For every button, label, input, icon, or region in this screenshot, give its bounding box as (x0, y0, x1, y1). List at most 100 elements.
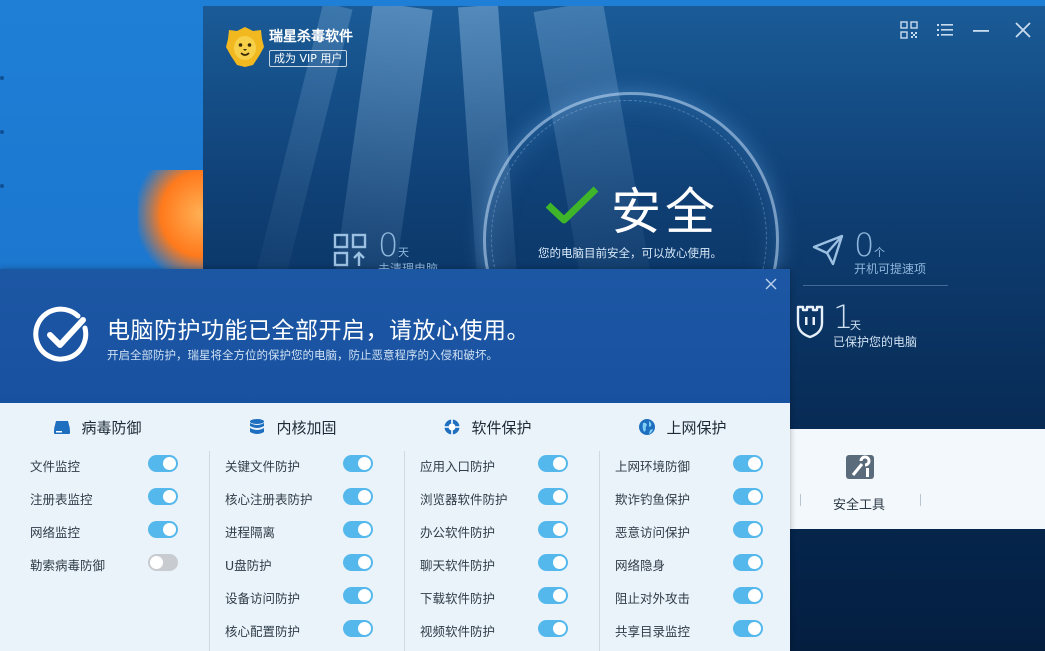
qr-code-icon[interactable] (899, 20, 919, 40)
clean-grid-icon[interactable] (333, 233, 367, 267)
app-title: 瑞星杀毒软件 (269, 29, 353, 45)
desktop-marker (0, 76, 4, 80)
wrench-screwdriver-icon[interactable] (844, 451, 876, 483)
toggle-switch[interactable] (148, 521, 178, 538)
category-title: 内核加固 (276, 419, 337, 437)
toggle-switch[interactable] (148, 455, 178, 472)
item-label: 勒索病毒防御 (30, 558, 106, 573)
list-item: 文件监控 (0, 454, 195, 474)
item-label: 恶意访问保护 (615, 525, 691, 540)
popup-subtitle: 开启全部防护，瑞星将全方位的保护您的电脑，防止恶意程序的入侵和破坏。 (107, 348, 498, 362)
list-item: 网络监控 (0, 520, 195, 540)
item-label: 注册表监控 (30, 492, 93, 507)
list-item: 聊天软件防护 (390, 553, 585, 573)
category-title: 软件保护 (471, 419, 532, 437)
checkmark-icon (545, 186, 599, 224)
popup-header: 电脑防护功能已全部开启，请放心使用。 开启全部防护，瑞星将全方位的保护您的电脑，… (0, 269, 790, 403)
list-item: 进程隔离 (195, 520, 390, 540)
toggle-switch[interactable] (148, 488, 178, 505)
list-item: 下载软件防护 (390, 586, 585, 606)
column-kernel-hardening: 内核加固 关键文件防护 核心注册表防护 进程隔离 U盘防护 设备访问防护 核心配… (195, 403, 390, 651)
item-label: 浏览器软件防护 (420, 492, 508, 507)
list-item: 办公软件防护 (390, 520, 585, 540)
toggle-switch[interactable] (343, 554, 373, 571)
toggle-switch[interactable] (733, 554, 763, 571)
minimize-icon[interactable] (971, 20, 991, 40)
become-vip-link[interactable]: 成为 VIP 用户 (269, 50, 348, 67)
security-tools-button[interactable]: 安全工具 (833, 494, 885, 513)
item-label: 阻止对外攻击 (615, 591, 691, 606)
toolbar-separator (800, 494, 801, 506)
startup-label: 开机可提速项 (854, 262, 927, 276)
column-internet-protection: 上网保护 上网环境防御 欺诈钓鱼保护 恶意访问保护 网络隐身 阻止对外攻击 共享… (585, 403, 780, 651)
toggle-switch[interactable] (733, 455, 763, 472)
category-header: 软件保护 (390, 417, 585, 438)
item-label: U盘防护 (225, 558, 272, 573)
category-title: 病毒防御 (81, 419, 142, 437)
database-icon (250, 419, 265, 434)
list-item: 应用入口防护 (390, 454, 585, 474)
category-title: 上网保护 (666, 419, 727, 437)
list-item: 勒索病毒防御 (0, 553, 195, 573)
item-label: 共享目录监控 (615, 624, 691, 639)
toggle-switch[interactable] (343, 620, 373, 637)
item-label: 视频软件防护 (420, 624, 496, 639)
menu-icon[interactable] (935, 20, 955, 40)
startup-items-unit: 个 (874, 246, 885, 259)
shield-icon[interactable] (795, 303, 825, 339)
toggle-switch[interactable] (733, 521, 763, 538)
list-item: 视频软件防护 (390, 619, 585, 639)
toggle-switch[interactable] (538, 587, 568, 604)
paper-plane-icon[interactable] (811, 233, 845, 267)
toggle-switch[interactable] (343, 455, 373, 472)
lifebuoy-icon (444, 419, 460, 435)
toggle-switch[interactable] (343, 488, 373, 505)
toggle-switch[interactable] (538, 554, 568, 571)
uncleaned-days-unit: 天 (398, 246, 409, 259)
status-title: 安全 (611, 183, 719, 241)
protected-label: 已保护您的电脑 (833, 335, 918, 349)
toggle-switch[interactable] (733, 620, 763, 637)
item-label: 进程隔离 (225, 525, 276, 540)
toggle-switch[interactable] (538, 620, 568, 637)
stat-divider (803, 285, 948, 286)
list-item: 浏览器软件防护 (390, 487, 585, 507)
item-label: 下载软件防护 (420, 591, 496, 606)
list-item: 核心配置防护 (195, 619, 390, 639)
toggle-switch[interactable] (538, 455, 568, 472)
drive-icon (54, 421, 71, 434)
desktop-marker (0, 184, 4, 188)
item-label: 聊天软件防护 (420, 558, 496, 573)
list-item: 设备访问防护 (195, 586, 390, 606)
toggle-switch[interactable] (148, 554, 178, 571)
column-virus-defense: 病毒防御 文件监控 注册表监控 网络监控 勒索病毒防御 (0, 403, 195, 651)
list-item: 注册表监控 (0, 487, 195, 507)
list-item: 阻止对外攻击 (585, 586, 780, 606)
toggle-switch[interactable] (538, 521, 568, 538)
toggle-switch[interactable] (343, 587, 373, 604)
list-item: U盘防护 (195, 553, 390, 573)
item-label: 设备访问防护 (225, 591, 301, 606)
item-label: 应用入口防护 (420, 459, 496, 474)
item-label: 文件监控 (30, 459, 81, 474)
list-item: 恶意访问保护 (585, 520, 780, 540)
toggle-switch[interactable] (733, 587, 763, 604)
toggle-switch[interactable] (343, 521, 373, 538)
protection-popup: 电脑防护功能已全部开启，请放心使用。 开启全部防护，瑞星将全方位的保护您的电脑，… (0, 269, 790, 651)
popup-title: 电脑防护功能已全部开启，请放心使用。 (107, 318, 530, 344)
close-icon[interactable] (1013, 20, 1033, 40)
item-label: 办公软件防护 (420, 525, 496, 540)
desktop-marker (0, 130, 4, 134)
item-label: 核心注册表防护 (225, 492, 313, 507)
startup-items-value: 0 (854, 226, 875, 264)
list-item: 上网环境防御 (585, 454, 780, 474)
list-item: 共享目录监控 (585, 619, 780, 639)
check-circle-icon (33, 306, 89, 362)
item-label: 关键文件防护 (225, 459, 301, 474)
protected-days-unit: 天 (850, 319, 861, 332)
item-label: 欺诈钓鱼保护 (615, 492, 691, 507)
toggle-switch[interactable] (538, 488, 568, 505)
list-item: 网络隐身 (585, 553, 780, 573)
popup-close-icon[interactable] (762, 275, 780, 293)
toggle-switch[interactable] (733, 488, 763, 505)
